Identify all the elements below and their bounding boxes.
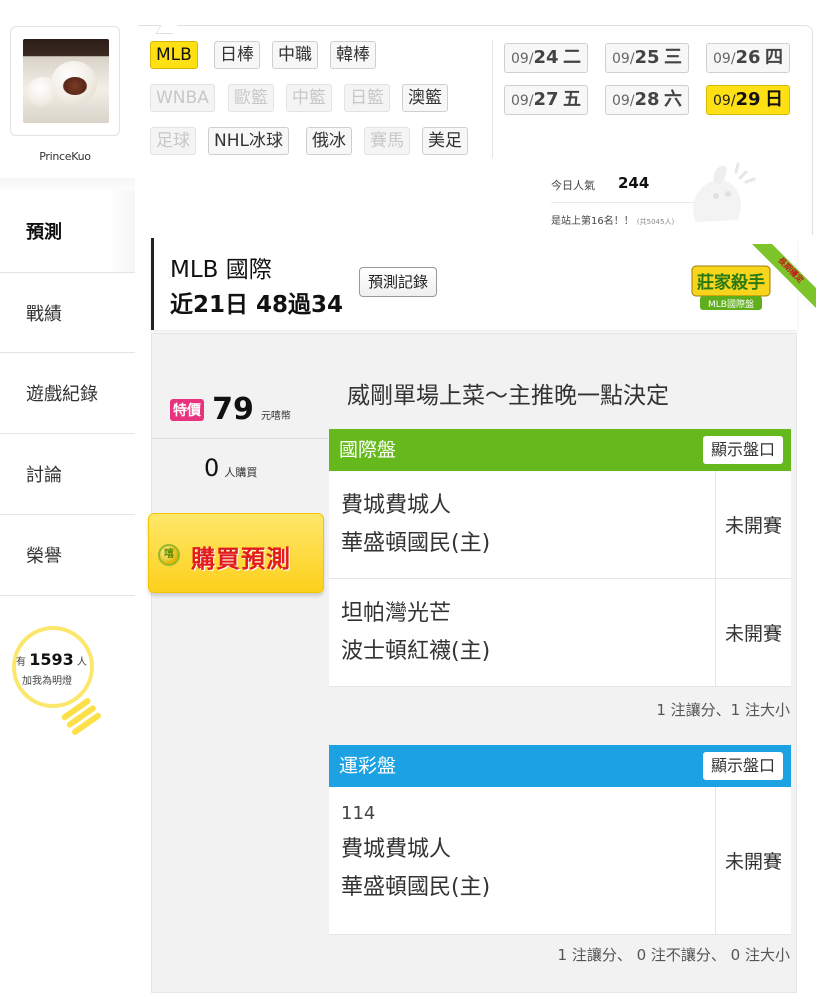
category-australia-basketball[interactable]: 澳籃	[402, 84, 448, 112]
date-button-0925[interactable]: 09/25 三	[605, 43, 690, 73]
game-status: 未開賽	[715, 471, 791, 578]
nav-item-record[interactable]: 戰績	[0, 272, 135, 353]
buyers-row: 0 人購買	[204, 454, 257, 482]
date-button-0927[interactable]: 09/27 五	[504, 85, 589, 115]
nav-item-honor[interactable]: 榮譽	[0, 515, 135, 596]
sidebar: PrinceKuo 預測 戰績 遊戲紀錄 討論 榮譽 有 1593 人 加我為明…	[0, 0, 135, 1000]
fans-count: 1593	[29, 650, 74, 669]
coin-icon: 嘻	[158, 544, 180, 566]
category-npb[interactable]: 日棒	[214, 41, 260, 69]
lottery-market-title: 運彩盤	[339, 755, 397, 777]
divider	[492, 40, 493, 158]
intl-market-title: 國際盤	[339, 439, 397, 461]
avatar[interactable]	[23, 39, 109, 123]
predictor-header: MLB 國際 近21日 48過34 預測記錄 長期穩定 莊家殺手 MLB國際盤	[151, 238, 816, 330]
sale-tag: 特價	[170, 399, 204, 421]
record-summary: 近21日 48過34	[170, 292, 344, 318]
category-nfl[interactable]: 美足	[422, 127, 468, 155]
show-odds-button[interactable]: 顯示盤口	[702, 436, 783, 464]
popularity-label: 今日人氣	[551, 179, 595, 192]
prediction-body: 特價 79 元嘻幣 0 人購買 嘻 購買預測 威剛單場上菜～主推晚一點決定 國際…	[148, 333, 797, 993]
fans-lightbulb[interactable]: 有 1593 人 加我為明燈	[8, 622, 108, 742]
game-status: 未開賽	[715, 579, 791, 686]
bun-filling-shape	[63, 77, 87, 95]
category-china-basketball: 中籃	[286, 84, 332, 112]
intl-market-table: 國際盤 顯示盤口 費城費城人 華盛頓國民(主) 未開賽 坦帕灣光芒 波士頓紅襪(…	[329, 429, 791, 687]
rank-line: 是站上第16名！！ (共5045人)	[551, 212, 674, 227]
popularity-value: 244	[618, 174, 650, 192]
game-row: 費城費城人 華盛頓國民(主) 未開賽	[329, 471, 791, 579]
rank-text: 是站上第16名！！	[551, 216, 634, 227]
price-unit: 元嘻幣	[260, 411, 291, 422]
lottery-market-header: 運彩盤 顯示盤口	[329, 745, 791, 787]
date-button-0929[interactable]: 09/29 日	[706, 85, 791, 115]
award-badge-icon: 長期穩定 莊家殺手 MLB國際盤	[691, 244, 816, 310]
intl-market-header: 國際盤 顯示盤口	[329, 429, 791, 471]
game-status: 未開賽	[715, 787, 791, 934]
price-value: 79	[212, 392, 254, 427]
buyers-unit: 人購買	[224, 466, 258, 479]
badge-main-text: 莊家殺手	[697, 272, 765, 293]
mascot-icon	[693, 162, 756, 222]
lottery-bet-summary: 1 注讓分、 0 注不讓分、 0 注大小	[557, 946, 790, 964]
game-row: 114 費城費城人 華盛頓國民(主) 未開賽	[329, 787, 791, 935]
fans-prefix: 有	[16, 657, 26, 668]
nav-item-discuss[interactable]: 討論	[0, 434, 135, 515]
date-button-0928[interactable]: 09/28 六	[605, 85, 690, 115]
show-odds-button[interactable]: 顯示盤口	[702, 752, 783, 780]
intl-bet-summary: 1 注讓分、1 注大小	[656, 701, 790, 719]
rank-total: (共5045人)	[636, 218, 675, 226]
game-row: 坦帕灣光芒 波士頓紅襪(主) 未開賽	[329, 579, 791, 687]
category-nhl[interactable]: NHL冰球	[208, 127, 289, 155]
date-button-0926[interactable]: 09/26 四	[706, 43, 791, 73]
buy-prediction-button[interactable]: 嘻 購買預測	[148, 513, 324, 593]
category-cpbl[interactable]: 中職	[272, 41, 318, 69]
username[interactable]: PrinceKuo	[0, 150, 130, 163]
category-soccer: 足球	[150, 127, 196, 155]
category-wnba: WNBA	[150, 84, 215, 112]
category-khl[interactable]: 俄冰	[306, 127, 352, 155]
pick-title: 威剛單場上菜～主推晚一點決定	[347, 383, 669, 409]
nav-item-gamelog[interactable]: 遊戲紀錄	[0, 353, 135, 434]
badge-sub-text: MLB國際盤	[708, 298, 754, 310]
avatar-card[interactable]	[10, 26, 120, 136]
fans-suffix: 人	[76, 657, 87, 668]
category-mlb[interactable]: MLB	[150, 41, 198, 69]
divider	[152, 438, 328, 439]
fans-caption: 加我為明燈	[22, 676, 72, 687]
league-title: MLB 國際	[170, 257, 272, 283]
buy-prediction-label: 購買預測	[191, 545, 291, 573]
nav-item-predict[interactable]: 預測	[0, 190, 135, 272]
price-row: 特價 79 元嘻幣	[170, 392, 291, 427]
lottery-market-table: 運彩盤 顯示盤口 114 費城費城人 華盛頓國民(主) 未開賽	[329, 745, 791, 935]
date-button-0924[interactable]: 09/24 二	[504, 43, 589, 73]
category-euro-basketball: 歐籃	[228, 84, 274, 112]
fans-count-line: 有 1593 人	[16, 650, 106, 669]
category-horse-racing: 賽馬	[364, 127, 410, 155]
category-japan-basketball: 日籃	[344, 84, 390, 112]
buyers-count: 0	[204, 454, 220, 482]
prediction-history-button[interactable]: 預測記錄	[359, 267, 438, 297]
category-kbo[interactable]: 韓棒	[330, 41, 376, 69]
